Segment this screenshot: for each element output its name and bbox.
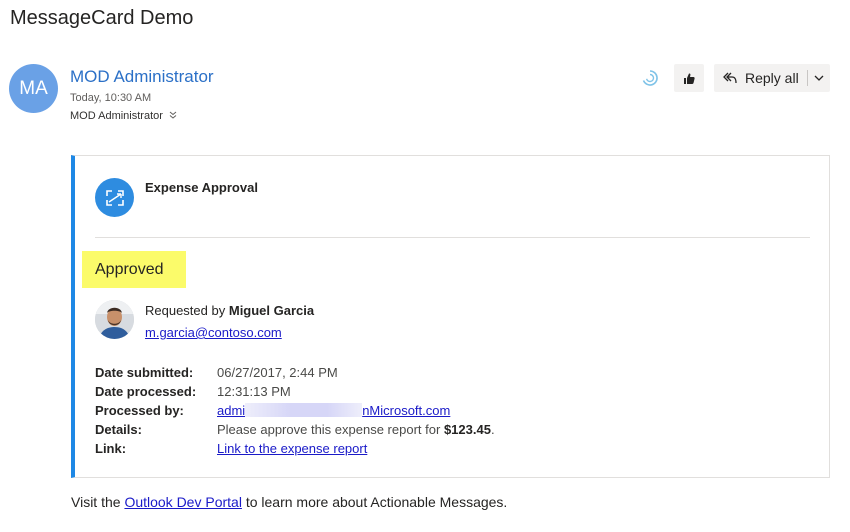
fact-row: Date submitted: 06/27/2017, 2:44 PM xyxy=(95,363,495,382)
email-subject: MessageCard Demo xyxy=(10,7,194,29)
fact-value: 06/27/2017, 2:44 PM xyxy=(217,365,338,380)
thumbs-up-icon xyxy=(684,73,695,84)
approval-status: Approved xyxy=(82,251,186,288)
fact-value: Please approve this expense report for $… xyxy=(217,420,495,439)
loading-ring-icon[interactable] xyxy=(638,64,662,92)
outlook-dev-portal-link[interactable]: Outlook Dev Portal xyxy=(124,494,242,510)
facts-list: Date submitted: 06/27/2017, 2:44 PM Date… xyxy=(95,363,495,458)
requested-by: Requested by Miguel Garcia xyxy=(145,303,314,318)
requester-photo xyxy=(95,300,134,339)
recipient-line[interactable]: MOD Administrator xyxy=(70,110,177,122)
recipient-name[interactable]: MOD Administrator xyxy=(70,110,163,122)
fact-value: 12:31:13 PM xyxy=(217,384,291,399)
fact-label: Link: xyxy=(95,441,127,456)
fact-label: Details: xyxy=(95,422,142,437)
processed-by-end[interactable]: nMicrosoft.com xyxy=(362,403,450,418)
footer-prefix: Visit the xyxy=(71,494,121,510)
requested-by-label: Requested by xyxy=(145,303,226,318)
fact-label: Date submitted: xyxy=(95,365,194,380)
fact-row: Link: Link to the expense report xyxy=(95,439,495,458)
processed-by-start[interactable]: admi xyxy=(217,403,245,418)
fact-row: Details: Please approve this expense rep… xyxy=(95,420,495,439)
card-divider xyxy=(95,237,810,238)
fact-row: Processed by: admi nMicrosoft.com xyxy=(95,401,495,420)
reply-all-icon xyxy=(723,72,737,84)
expense-report-link[interactable]: Link to the expense report xyxy=(217,439,367,458)
chevron-down-icon xyxy=(814,75,824,81)
sender-avatar[interactable]: MA xyxy=(9,64,58,113)
fact-row: Date processed: 12:31:13 PM xyxy=(95,382,495,401)
reply-all-label: Reply all xyxy=(745,70,799,86)
fact-label: Date processed: xyxy=(95,384,197,399)
expense-amount: $123.45 xyxy=(443,422,491,437)
details-suffix: . xyxy=(490,422,495,437)
expand-recipients-icon[interactable] xyxy=(169,111,177,122)
sender-name[interactable]: MOD Administrator xyxy=(70,67,214,87)
reply-options-button[interactable] xyxy=(808,64,830,92)
footer-suffix: to learn more about Actionable Messages. xyxy=(245,494,508,510)
card-title: Expense Approval xyxy=(145,180,258,195)
reply-all-main[interactable]: Reply all xyxy=(714,64,806,92)
details-text: Please approve this expense report for xyxy=(217,422,441,437)
like-button[interactable] xyxy=(674,64,704,92)
reply-all-button[interactable]: Reply all xyxy=(714,64,830,92)
footer-text: Visit the Outlook Dev Portal to learn mo… xyxy=(71,494,507,510)
redaction-block xyxy=(245,403,363,417)
requester-email-link[interactable]: m.garcia@contoso.com xyxy=(145,325,282,340)
sent-time: Today, 10:30 AM xyxy=(70,92,152,104)
requester-name: Miguel Garcia xyxy=(228,303,315,318)
fact-label: Processed by: xyxy=(95,403,184,418)
processed-by-link[interactable]: admi nMicrosoft.com xyxy=(217,401,450,420)
expand-arrows-icon xyxy=(95,178,134,217)
